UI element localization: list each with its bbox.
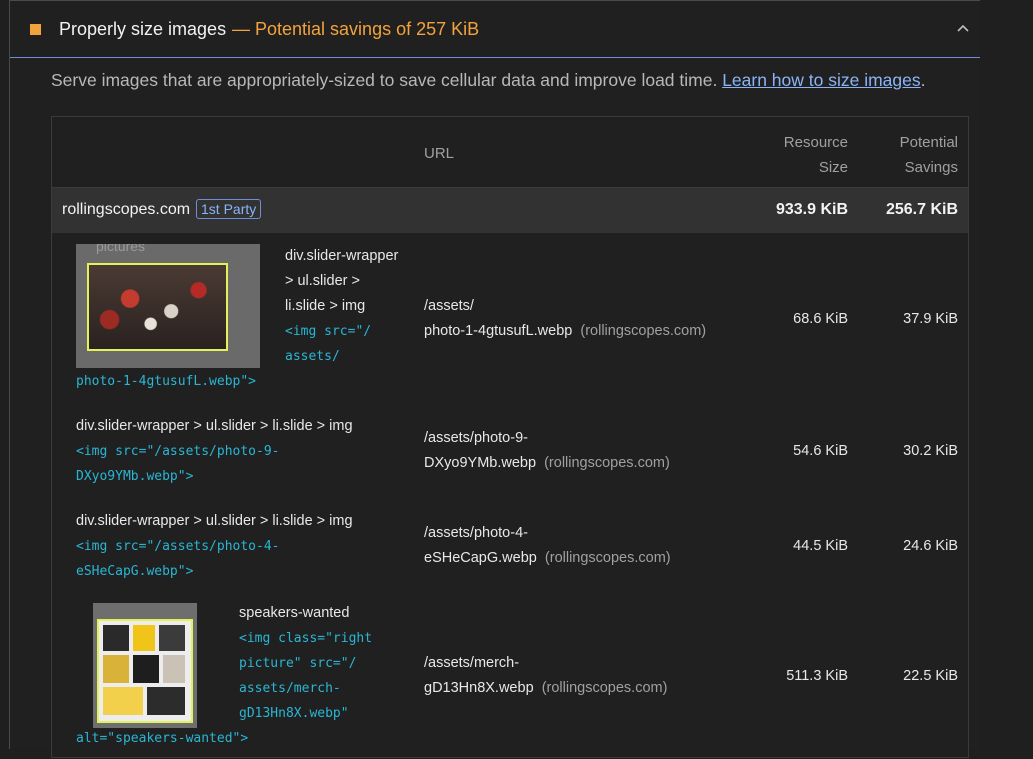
node-line: > ul.slider > (285, 273, 360, 289)
url-path: /assets/merch- (424, 655, 520, 671)
scrollbar-track[interactable] (980, 0, 1033, 749)
url-origin: (rollingscopes.com) (544, 455, 670, 471)
node-label: speakers-wanted <img class="right pictur… (239, 601, 372, 726)
url-path: /assets/ (424, 298, 474, 314)
node-label: div.slider-wrapper > ul.slider > li.slid… (76, 414, 353, 489)
url-origin: (rollingscopes.com) (580, 323, 707, 339)
header-resource-size: Resource Size (784, 130, 848, 180)
node-line: li.slide > img (285, 298, 366, 314)
party-resource-size: 933.9 KiB (775, 201, 848, 218)
table-header: URL Resource Size Potential Savings (52, 117, 968, 188)
fail-square-icon (30, 24, 41, 35)
node-snippet: <img class="right (239, 631, 373, 646)
photo-crowd (87, 263, 228, 351)
table-row: div.slider-wrapper > ul.slider > li.slid… (52, 509, 968, 599)
table-row: div.slider-wrapper > ul.slider > li.slid… (52, 414, 968, 504)
node-snippet: photo-1-4gtusufL.webp"> (76, 374, 257, 389)
node-line: div.slider-wrapper > ul.slider > li.slid… (76, 513, 353, 529)
node-snippet: picture" src="/ (239, 656, 357, 671)
node-snippet: alt="speakers-wanted"> (76, 731, 249, 746)
thumbnail-caption: pictures (96, 244, 146, 254)
url-file: photo-1-4gtusufL.webp (424, 323, 573, 339)
details-table: URL Resource Size Potential Savings roll… (51, 116, 969, 758)
node-snippet: assets/merch- (239, 681, 341, 696)
node-snippet: <img src="/ (285, 324, 372, 339)
resource-size: 68.6 KiB (793, 311, 848, 327)
node-line: div.slider-wrapper > ul.slider > li.slid… (76, 418, 353, 434)
node-line: speakers-wanted (239, 605, 350, 621)
node-snippet: <img src="/assets/photo-9- (76, 444, 280, 459)
photo-merch (97, 619, 193, 723)
node-snippet: assets/ (285, 349, 340, 364)
resource-size: 54.6 KiB (793, 443, 848, 459)
audit-description: Serve images that are appropriately-size… (51, 70, 926, 91)
node-snippet: eSHeCapG.webp"> (76, 564, 194, 579)
header-url: URL (424, 145, 455, 162)
header-size-line2: Size (818, 159, 848, 176)
audit-savings: — Potential savings of 257 KiB (232, 19, 480, 39)
node-snippet: <img src="/assets/photo-4- (76, 539, 280, 554)
potential-savings: 24.6 KiB (903, 538, 958, 554)
header-savings-line2: Savings (904, 159, 958, 176)
url-origin: (rollingscopes.com) (541, 680, 668, 696)
header-potential-savings: Potential Savings (900, 130, 958, 180)
url-file: gD13Hn8X.webp (424, 680, 534, 696)
audit-title: Properly size images (59, 19, 227, 39)
thumbnail-image[interactable] (93, 603, 197, 728)
node-snippet: DXyo9YMb.webp"> (76, 469, 194, 484)
url-origin: (rollingscopes.com) (544, 550, 671, 566)
url-path: /assets/photo-4- (424, 525, 528, 541)
resource-size: 44.5 KiB (793, 538, 848, 554)
potential-savings: 22.5 KiB (903, 668, 958, 684)
url-cell[interactable]: /assets/ photo-1-4gtusufL.webp (rollings… (424, 294, 706, 344)
table-row: speakers-wanted <img class="right pictur… (52, 599, 968, 759)
audit-header[interactable]: Properly size images — Potential savings… (10, 0, 980, 58)
node-label: div.slider-wrapper > ul.slider > li.slid… (76, 509, 353, 584)
url-file: eSHeCapG.webp (424, 550, 537, 566)
url-path: /assets/photo-9- (424, 430, 528, 446)
header-savings-line1: Potential (899, 134, 958, 151)
node-snippet: gD13Hn8X.webp" (239, 706, 349, 721)
audit-panel: Properly size images — Potential savings… (9, 0, 981, 758)
url-cell[interactable]: /assets/photo-4- eSHeCapG.webp (rollings… (424, 521, 671, 571)
party-potential-savings: 256.7 KiB (885, 201, 958, 218)
node-line: div.slider-wrapper (285, 248, 399, 264)
header-size-line1: Resource (783, 134, 848, 151)
resource-size: 511.3 KiB (786, 668, 848, 684)
potential-savings: 30.2 KiB (903, 443, 958, 459)
party-name: rollingscopes.com (62, 201, 191, 218)
description-text: Serve images that are appropriately-size… (51, 70, 723, 90)
url-cell[interactable]: /assets/photo-9- DXyo9YMb.webp (rollings… (424, 426, 670, 476)
potential-savings: 37.9 KiB (903, 311, 958, 327)
party-group-row: rollingscopes.com 1st Party 933.9 KiB 25… (52, 188, 968, 233)
url-cell[interactable]: /assets/merch- gD13Hn8X.webp (rollingsco… (424, 651, 667, 701)
table-row: pictures div.slider-wrapper > ul.slider … (52, 234, 968, 404)
chevron-up-icon[interactable] (956, 21, 970, 35)
learn-more-link[interactable]: Learn how to size images (722, 70, 920, 90)
description-suffix: . (920, 70, 926, 90)
url-file: DXyo9YMb.webp (424, 455, 537, 471)
node-label: div.slider-wrapper > ul.slider > li.slid… (285, 244, 398, 369)
thumbnail-image[interactable]: pictures (76, 244, 260, 368)
first-party-badge: 1st Party (196, 199, 262, 219)
